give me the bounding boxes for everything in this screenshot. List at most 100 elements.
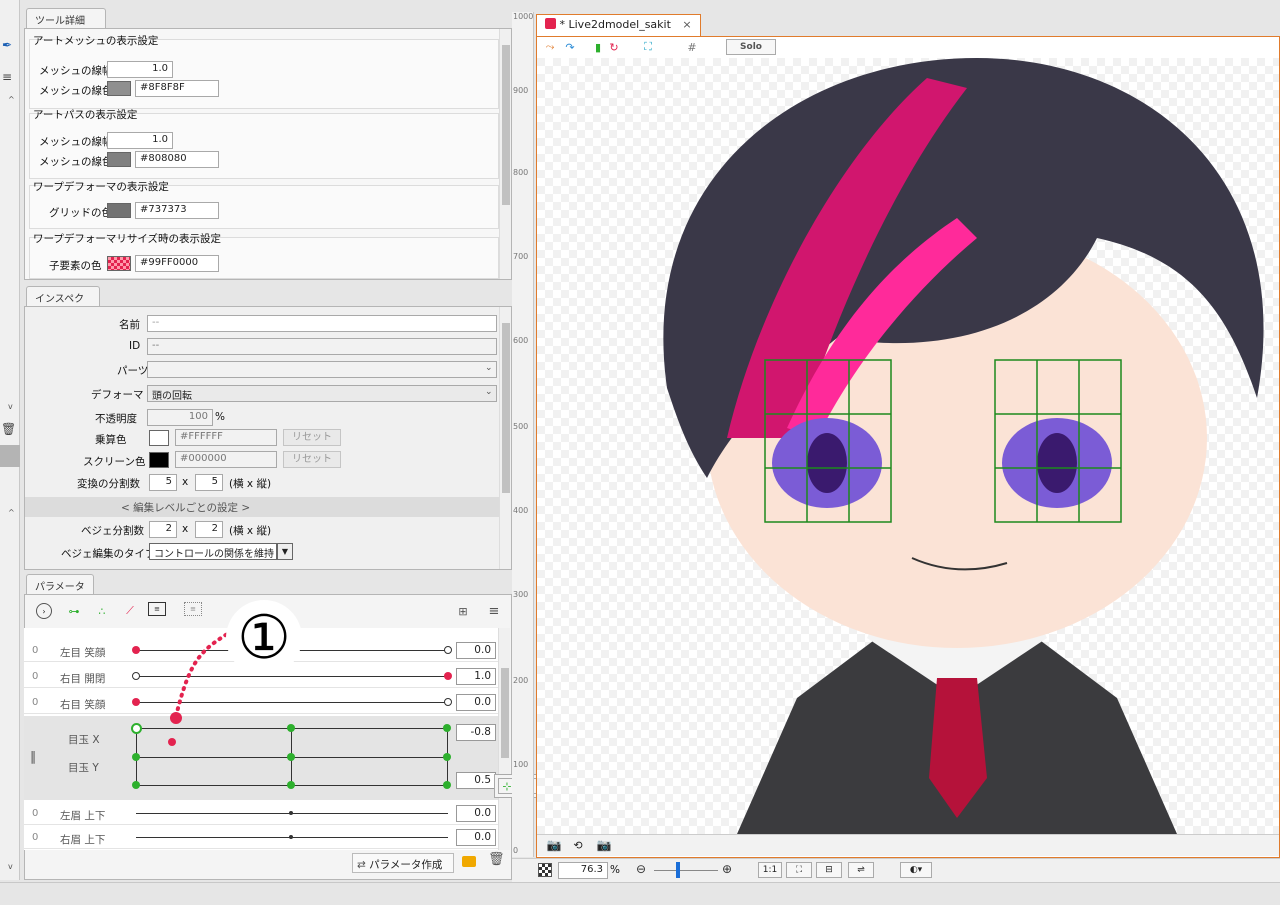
dropdown-arrow-icon[interactable]: ▼ <box>277 543 293 560</box>
parameter-value[interactable]: 1.0 <box>456 668 496 685</box>
parameter-scrollbar[interactable] <box>498 628 510 850</box>
slider-handle[interactable] <box>444 672 452 680</box>
screen-color-swatch[interactable] <box>149 452 169 468</box>
child-color-swatch[interactable] <box>107 256 131 271</box>
menu-icon[interactable]: ≡ <box>484 602 504 620</box>
deformer-select[interactable]: 頭の回転 <box>147 385 497 402</box>
parameter-value[interactable]: 0.0 <box>456 694 496 711</box>
divisions-x-field[interactable]: 5 <box>149 474 177 491</box>
scroll-up-icon[interactable]: ^ <box>8 95 15 104</box>
scroll-down-icon-2[interactable]: v <box>8 862 13 871</box>
screen-reset-button[interactable]: リセット <box>283 451 341 468</box>
scroll-thumb[interactable] <box>502 45 510 205</box>
name-field[interactable]: -- <box>147 315 497 332</box>
fit-screen-icon[interactable]: ⛶ <box>786 862 812 878</box>
parameter-row-left-brow[interactable]: 0 左眉 上下 0.0 <box>24 803 498 825</box>
parameter-row-right-brow[interactable]: 0 右眉 上下 0.0 <box>24 827 498 849</box>
zoom-field[interactable]: 76.3 <box>558 862 608 879</box>
pen-icon[interactable]: ✒ <box>2 38 16 52</box>
path-width-field[interactable]: 1.0 <box>107 132 173 149</box>
path-tool-icon[interactable]: ↷ <box>560 38 580 56</box>
child-color-field[interactable]: #99FF0000 <box>135 255 219 272</box>
sidebar-selected-row <box>0 445 20 467</box>
create-parameter-button[interactable]: ⇄ パラメータ作成 <box>352 853 454 873</box>
zoom-out-icon[interactable]: ⊖ <box>636 862 646 876</box>
slider-handle[interactable] <box>132 646 140 654</box>
bezier-x-field[interactable]: 2 <box>149 521 177 538</box>
id-field[interactable]: -- <box>147 338 497 355</box>
ruler-mark: 100 <box>513 760 529 769</box>
scroll-thumb[interactable] <box>501 668 509 758</box>
keyform-grid[interactable] <box>131 723 451 789</box>
parts-select[interactable] <box>147 361 497 378</box>
trash-icon[interactable]: 🗑 <box>488 852 505 867</box>
keyform-point[interactable] <box>287 781 295 789</box>
camera-reset-icon[interactable]: ⟲ <box>568 836 588 854</box>
trash-icon[interactable]: 🗑 <box>1 422 16 436</box>
folder-icon[interactable] <box>462 856 476 867</box>
keyform-point[interactable] <box>443 724 451 732</box>
multiply-color-swatch[interactable] <box>149 430 169 446</box>
keyform-point[interactable] <box>132 781 140 789</box>
expand-icon[interactable]: › <box>36 603 52 619</box>
mesh-color-field[interactable]: #8F8F8F <box>135 80 219 97</box>
fit-width-icon[interactable]: ⊟ <box>816 862 842 878</box>
tab-inspector[interactable]: インスペクタ <box>26 286 100 320</box>
camera-add-icon[interactable]: 📷 <box>594 836 614 854</box>
path-color-label: メッシュの線色 <box>39 156 113 168</box>
tab-parameters[interactable]: パラメータ <box>26 574 94 594</box>
add-3-keyforms-icon[interactable]: ∴ <box>92 602 112 620</box>
parameter-value-y[interactable]: 0.5 <box>456 772 496 789</box>
close-icon[interactable]: × <box>682 18 691 31</box>
delete-keyform-icon[interactable]: ⟋ <box>120 602 140 620</box>
bezier-type-select[interactable]: コントロールの関係を維持 <box>149 543 277 560</box>
keyform-point[interactable] <box>443 781 451 789</box>
menu-icon[interactable]: ≡ <box>2 70 16 84</box>
parameter-value-x[interactable]: -0.8 <box>456 724 496 741</box>
scroll-up-icon-2[interactable]: ^ <box>8 508 15 517</box>
checker-icon[interactable] <box>538 863 552 877</box>
tab-tool-detail[interactable]: ツール詳細 <box>26 8 106 28</box>
mesh-width-label: メッシュの線幅 <box>39 65 113 77</box>
divisions-y-field[interactable]: 5 <box>195 474 223 491</box>
scroll-thumb[interactable] <box>502 323 510 493</box>
keyform-point[interactable] <box>287 753 295 761</box>
transform-icon[interactable]: ⛶ <box>638 38 658 56</box>
display-toggle-icon[interactable]: ◐▾ <box>900 862 932 878</box>
zoom-slider-track[interactable] <box>654 870 718 871</box>
keyform-point[interactable] <box>443 753 451 761</box>
scroll-down-icon[interactable]: v <box>8 402 13 411</box>
zoom-in-icon[interactable]: ⊕ <box>722 862 732 876</box>
grid-icon[interactable]: # <box>682 38 702 56</box>
inspector-scrollbar[interactable] <box>499 307 511 569</box>
grid-color-field[interactable]: #737373 <box>135 202 219 219</box>
zoom-slider-handle[interactable] <box>676 862 680 878</box>
flip-icon[interactable]: ⇌ <box>848 862 874 878</box>
multiply-reset-button[interactable]: リセット <box>283 429 341 446</box>
tab-canvas-document[interactable]: * Live2dmodel_sakit × <box>536 14 701 36</box>
loop-icon[interactable]: ↻ <box>604 38 624 56</box>
bezier-y-field[interactable]: 2 <box>195 521 223 538</box>
solo-button[interactable]: Solo <box>726 39 776 55</box>
keyform-point[interactable] <box>132 753 140 761</box>
mesh-color-swatch[interactable] <box>107 81 131 96</box>
add-keyform-icon[interactable]: ⊶ <box>64 602 84 620</box>
multiply-field[interactable]: #FFFFFF <box>175 429 277 446</box>
parameter-value[interactable]: 0.0 <box>456 642 496 659</box>
slider-handle[interactable] <box>132 698 140 706</box>
xy-cursor-handle[interactable] <box>168 738 176 746</box>
actual-size-button[interactable]: 1:1 <box>758 862 782 878</box>
path-color-swatch[interactable] <box>107 152 131 167</box>
parameter-value[interactable]: 0.0 <box>456 829 496 846</box>
path-color-field[interactable]: #808080 <box>135 151 219 168</box>
camera-icon[interactable]: 📷 <box>544 836 564 854</box>
opacity-field[interactable]: 100 <box>147 409 213 426</box>
parameter-value[interactable]: 0.0 <box>456 805 496 822</box>
keyform-point[interactable] <box>131 723 142 734</box>
grid-color-swatch[interactable] <box>107 203 131 218</box>
screen-field[interactable]: #000000 <box>175 451 277 468</box>
mesh-width-field[interactable]: 1.0 <box>107 61 173 78</box>
tool-detail-scrollbar[interactable] <box>499 29 511 279</box>
bezier-tool-icon[interactable]: ⤳ <box>540 38 560 56</box>
parameter-list-icon[interactable]: ⊞ <box>453 602 473 620</box>
